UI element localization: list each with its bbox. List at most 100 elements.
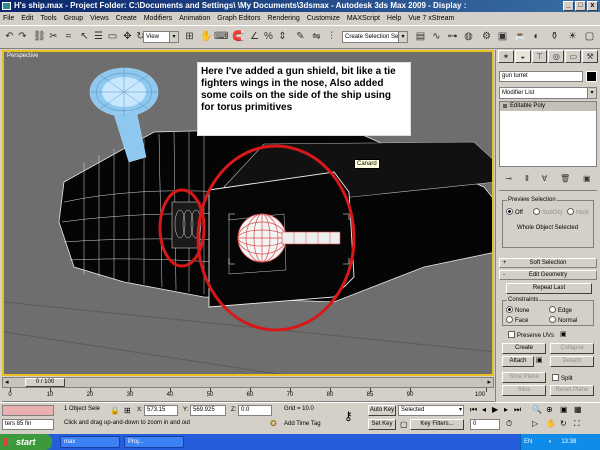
add-time-tag-label[interactable]: Add Time Tag — [284, 421, 321, 427]
render-setup-icon[interactable]: ⚙ — [480, 30, 493, 43]
constraint-face-radio[interactable]: Face — [506, 316, 528, 324]
menu-views[interactable]: Views — [90, 15, 109, 22]
slice-button[interactable]: Slice — [502, 385, 546, 396]
field-of-view-icon[interactable]: ▷ — [532, 419, 538, 428]
orbit-icon[interactable]: ↻ — [560, 419, 567, 428]
select-by-name-icon[interactable]: ☰ — [92, 30, 105, 43]
environment-icon[interactable]: ☀ — [566, 30, 579, 43]
lock-selection-icon[interactable]: 🔒 — [110, 406, 120, 415]
slider-left-arrow-icon[interactable]: ◂ — [5, 378, 9, 386]
material-editor-icon[interactable]: ◍ — [462, 30, 475, 43]
language-indicator[interactable]: EN — [524, 439, 532, 445]
undo-icon[interactable]: ↶ — [3, 30, 16, 43]
teapot-icon[interactable]: ⚱ — [548, 30, 561, 43]
zoom-extents-icon[interactable]: ▣ — [560, 405, 568, 414]
next-frame-icon[interactable]: ▸ — [504, 405, 508, 414]
viewport-label[interactable]: Perspective — [7, 53, 38, 59]
menu-group[interactable]: Group — [64, 15, 83, 22]
menu-file[interactable]: File — [3, 15, 14, 22]
go-to-start-icon[interactable]: ⏮ — [470, 405, 477, 415]
start-button[interactable]: start — [0, 434, 52, 450]
preserve-uvs-settings-icon[interactable]: ▣ — [560, 330, 567, 338]
pin-stack-icon[interactable]: ⊸ — [505, 174, 512, 186]
snap-toggle-icon[interactable]: 🧲 — [232, 30, 245, 43]
align-icon[interactable]: ⫶ — [325, 30, 338, 43]
link-icon[interactable]: ⛓ — [33, 30, 46, 43]
attach-button[interactable]: Attach — [502, 356, 534, 367]
key-mode-icon[interactable]: ⚷ — [344, 409, 353, 423]
create-button[interactable]: Create — [502, 343, 546, 354]
auto-key-dropdown[interactable]: Selected ▾ — [398, 405, 464, 416]
mirror-icon[interactable]: ⇋ — [310, 30, 323, 43]
zoom-extents-all-icon[interactable]: ▦ — [574, 405, 582, 414]
preview-off-radio[interactable]: Off — [506, 208, 523, 216]
make-unique-icon[interactable]: ∀ — [542, 174, 547, 186]
percent-snap-icon[interactable]: % — [262, 30, 275, 43]
constraint-normal-radio[interactable]: Normal — [549, 316, 577, 324]
absolute-mode-icon[interactable]: ⊞ — [124, 406, 131, 415]
menu-help[interactable]: Help — [387, 15, 401, 22]
maxscript-mini-listener-top[interactable] — [2, 405, 54, 416]
maxscript-mini-listener[interactable]: ters 85 fin — [2, 419, 54, 430]
soft-selection-rollout[interactable]: + Soft Selection — [499, 258, 597, 268]
split-checkbox[interactable]: Split — [552, 374, 573, 382]
configure-modifier-sets-icon[interactable]: ▣ — [583, 174, 591, 186]
show-end-result-icon[interactable]: Ⅱ — [525, 174, 529, 186]
select-object-icon[interactable]: ↖ — [78, 30, 91, 43]
fullscreen-icon[interactable]: ▢ — [583, 30, 596, 43]
taskbar-item-project[interactable]: Proj... — [124, 436, 184, 448]
track-bar[interactable]: 0 10 20 30 40 50 60 70 80 85 90 100 — [2, 388, 494, 402]
minimize-button[interactable]: _ — [563, 1, 574, 11]
display-tab-icon[interactable]: ▭ — [565, 50, 582, 63]
previous-frame-icon[interactable]: ◂ — [482, 405, 486, 414]
schematic-view-icon[interactable]: ⊶ — [446, 30, 459, 43]
maximize-button[interactable]: □ — [575, 1, 586, 11]
motion-tab-icon[interactable]: ◎ — [548, 50, 565, 63]
attach-list-icon[interactable]: ▣ — [536, 356, 543, 364]
key-filters-button[interactable]: Key Filters... — [410, 419, 464, 430]
y-coordinate-field[interactable]: 569.925 — [190, 405, 226, 416]
time-slider-thumb[interactable]: 0 / 100 — [25, 378, 65, 387]
redo-icon[interactable]: ↷ — [16, 30, 29, 43]
time-tag-icon[interactable]: ✪ — [270, 419, 277, 428]
perspective-viewport[interactable]: Perspective Here I've added a gun shield… — [2, 50, 494, 376]
slice-plane-button[interactable]: Slice Plane — [502, 372, 546, 383]
go-to-end-icon[interactable]: ⏭ — [514, 405, 521, 415]
hierarchy-tab-icon[interactable]: ⊤ — [531, 50, 548, 63]
remove-modifier-icon[interactable]: 🗑 — [560, 174, 570, 186]
x-coordinate-field[interactable]: 573.15 — [144, 405, 178, 416]
move-icon[interactable]: ✥ — [121, 30, 134, 43]
close-button[interactable]: x — [587, 1, 598, 11]
zoom-icon[interactable]: 🔍 — [532, 405, 542, 414]
constraint-none-radio[interactable]: None — [506, 306, 529, 314]
modifier-list-dropdown[interactable]: Modifier List ▾ — [499, 87, 597, 99]
unlink-icon[interactable]: ✂ — [47, 30, 60, 43]
menu-modifiers[interactable]: Modifiers — [144, 15, 172, 22]
repeat-last-button[interactable]: Repeat Last — [506, 283, 592, 294]
key-filters-icon[interactable]: ▢ — [400, 420, 408, 429]
modify-tab-icon[interactable]: ◒ — [514, 50, 531, 63]
slider-right-arrow-icon[interactable]: ▸ — [487, 378, 491, 386]
curve-editor-icon[interactable]: ∿ — [430, 30, 443, 43]
bind-space-warp-icon[interactable]: ≈ — [62, 30, 75, 43]
render-iterative-icon[interactable]: ◐ — [530, 30, 543, 43]
reference-coordinate-combo[interactable]: View ▾ — [143, 31, 179, 43]
stack-item[interactable]: Editable Poly — [500, 102, 596, 111]
menu-animation[interactable]: Animation — [179, 15, 210, 22]
create-tab-icon[interactable]: ✶ — [498, 50, 514, 63]
menu-graph-editors[interactable]: Graph Editors — [217, 15, 260, 22]
menu-create[interactable]: Create — [116, 15, 137, 22]
utilities-tab-icon[interactable]: ⚒ — [582, 50, 598, 63]
layer-manager-icon[interactable]: ▤ — [414, 30, 427, 43]
taskbar-item-max[interactable]: max — [60, 436, 120, 448]
menu-vue-xstream[interactable]: Vue 7 xStream — [408, 15, 454, 22]
keyboard-shortcut-icon[interactable]: ⌨ — [214, 30, 228, 43]
angle-snap-icon[interactable]: ∠ — [248, 30, 261, 43]
menu-rendering[interactable]: Rendering — [267, 15, 299, 22]
zoom-all-icon[interactable]: ⊕ — [546, 405, 553, 414]
object-name-field[interactable]: gun turret — [499, 71, 583, 82]
z-coordinate-field[interactable]: 0.0 — [238, 405, 272, 416]
auto-key-button[interactable]: Auto Key — [368, 405, 396, 416]
named-selection-set-combo[interactable]: Create Selection Se ▾ — [342, 31, 408, 43]
detach-button[interactable]: Detach — [550, 356, 594, 367]
